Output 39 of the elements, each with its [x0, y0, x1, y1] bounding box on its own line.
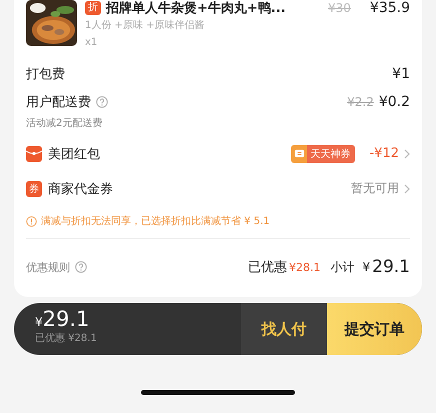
tag-text: 天天神券	[310, 148, 350, 160]
fee-note: 活动减2元配送费	[26, 116, 104, 130]
chevron-icon	[404, 148, 410, 158]
coupon-label: 美团红包	[48, 146, 100, 162]
coupon-row[interactable]: 美团红包 天天神券 -¥12	[26, 136, 410, 171]
dish-specs: 1人份 +原味 +原味伴侣酱	[85, 18, 206, 33]
submit-order-button[interactable]: 提交订单	[327, 303, 422, 355]
fee-label: 用户配送费	[26, 94, 91, 111]
subtotal-amount: 29.1	[372, 257, 410, 277]
voucher-icon: 券	[26, 180, 42, 196]
dish-price: ¥35.9	[370, 0, 410, 16]
original-fee: ¥2.2	[347, 95, 374, 109]
chevron-icon	[404, 184, 410, 194]
rules-link[interactable]: 优惠规则	[26, 260, 70, 274]
help-icon[interactable]	[96, 96, 108, 108]
help-icon[interactable]	[75, 261, 87, 273]
fee-amount: ¥0.2	[378, 94, 410, 110]
fee-label: 打包费	[26, 66, 65, 83]
envelope-icon	[26, 146, 42, 162]
dish-quantity: x1	[85, 36, 98, 50]
discount-summary: 已优惠 ¥28.1	[35, 332, 98, 345]
discount-amount: ¥28.1	[289, 260, 320, 274]
original-price: ¥30	[328, 1, 351, 15]
fee-amount: ¥1	[392, 66, 410, 82]
currency-sign: ¥	[35, 315, 43, 329]
dish-name: 招牌单人牛杂煲+牛肉丸+鸭...	[106, 0, 287, 17]
coupon-label: 商家代金券	[48, 180, 113, 198]
subtotal-label: 小计	[330, 258, 354, 276]
warning-icon	[26, 216, 37, 226]
total-amount: 29.1	[42, 307, 90, 331]
currency-sign: ¥	[362, 260, 370, 274]
coupon-row[interactable]: 券 商家代金券 暂无可用	[26, 171, 410, 206]
discount-label: 已优惠	[248, 259, 287, 276]
coupon-value: 暂无可用	[351, 180, 399, 197]
pay-for-me-button[interactable]: 找人付	[241, 303, 327, 355]
warning-text: 满减与折扣无法同享，已选择折扣比满减节省 ¥ 5.1	[41, 214, 270, 228]
coupon-value: -¥12	[369, 146, 399, 161]
discount-badge: 折	[85, 1, 101, 15]
ticket-icon	[294, 148, 306, 159]
